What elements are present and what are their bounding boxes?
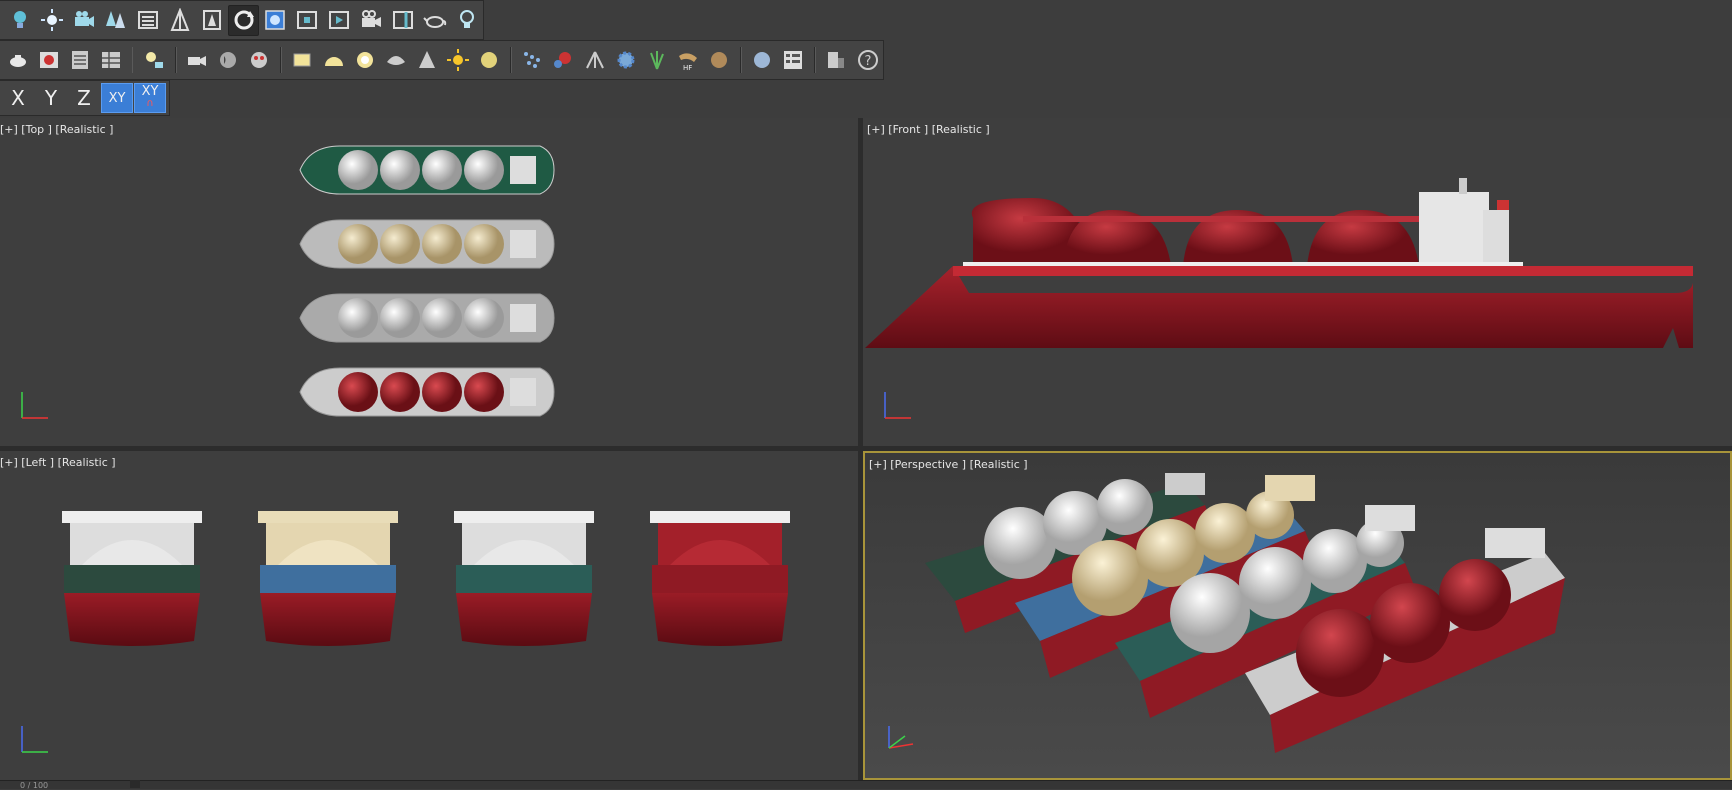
layer-icon[interactable] [260, 5, 291, 36]
help-icon[interactable]: ? [852, 45, 882, 76]
sound-icon[interactable] [213, 45, 243, 76]
main-toolbar [0, 0, 484, 40]
ship-top-white [299, 293, 555, 343]
ship-left-green [62, 511, 202, 646]
light-spot-icon[interactable] [139, 45, 169, 76]
tripod-icon[interactable] [580, 45, 610, 76]
separator [739, 47, 742, 73]
axis-constraints-toolbar: X Y Z XY XY ∩ [0, 80, 170, 116]
axis-gizmo [884, 392, 911, 419]
axis-z-button[interactable]: Z [68, 83, 100, 113]
camera-group-icon[interactable] [68, 5, 99, 36]
box-icon[interactable] [287, 45, 317, 76]
top-view-ships [299, 145, 555, 417]
viewport-top[interactable]: [+] [Top ] [Realistic ] [0, 118, 858, 446]
timeline-slider[interactable] [130, 780, 140, 788]
axis-xy-lock-label: XY [141, 84, 159, 99]
checklist-icon[interactable] [778, 45, 808, 76]
render-image-icon[interactable] [34, 45, 64, 76]
viewport-front[interactable]: [+] [Front ] [Realistic ] [863, 118, 1732, 446]
axis-gizmo [21, 392, 48, 419]
teapot-icon[interactable] [420, 5, 451, 36]
sphere-icon[interactable] [747, 45, 777, 76]
panel-icon[interactable] [388, 5, 419, 36]
rotate-icon[interactable] [228, 4, 259, 36]
frame-icon[interactable] [292, 5, 323, 36]
viewport-perspective[interactable]: [+] [Perspective ] [Realistic ] [863, 451, 1732, 780]
magnet-icon: ∩ [146, 98, 154, 109]
table-icon[interactable] [65, 45, 95, 76]
axis-x-button[interactable]: X [2, 83, 34, 113]
grass-icon[interactable] [642, 45, 672, 76]
ship-left-red [650, 511, 790, 646]
fur-icon[interactable] [704, 45, 734, 76]
perspective-view-ships [925, 473, 1565, 753]
disc-icon[interactable] [474, 45, 504, 76]
render-frame-icon[interactable] [324, 5, 355, 36]
bulb-icon[interactable] [5, 5, 36, 36]
secondary-toolbar: HF ? [0, 40, 884, 80]
shell-icon[interactable] [381, 45, 411, 76]
frame-counter: 0 / 100 [20, 781, 49, 790]
axis-y-button[interactable]: Y [35, 83, 67, 113]
separator [279, 47, 282, 73]
axis-gizmo [888, 726, 914, 749]
sun-icon[interactable] [36, 5, 67, 36]
sphere-ring-icon[interactable] [350, 45, 380, 76]
hair-icon[interactable]: HF [673, 45, 703, 76]
separator [174, 47, 177, 73]
particles-icon[interactable] [517, 45, 547, 76]
separator [131, 47, 134, 73]
svg-text:?: ? [864, 54, 871, 69]
axis-xy-button[interactable]: XY [101, 83, 133, 113]
separator [813, 47, 816, 73]
figure-icon[interactable] [196, 5, 227, 36]
front-view-ship [865, 178, 1693, 348]
grid-table-icon[interactable] [96, 45, 126, 76]
trees-icon[interactable] [100, 5, 131, 36]
lightbulb-outline-icon[interactable] [452, 5, 483, 36]
ship-left-teal [454, 511, 594, 646]
viewport-left[interactable]: [+] [Left ] [Realistic ] [0, 451, 858, 780]
dome-icon[interactable] [319, 45, 349, 76]
svg-text:HF: HF [683, 64, 692, 72]
axis-gizmo [21, 726, 48, 753]
separator [509, 47, 512, 73]
ship-top-red [299, 367, 555, 417]
ship-left-blue [258, 511, 398, 646]
video-camera-icon[interactable] [182, 45, 212, 76]
teapot-icon[interactable] [3, 45, 33, 76]
ship-top-cream [299, 219, 555, 269]
film-camera-icon[interactable] [356, 5, 387, 36]
rule-icon[interactable] [164, 5, 195, 36]
list-icon[interactable] [132, 5, 163, 36]
left-view-ships [62, 511, 790, 646]
gear-icon[interactable] [611, 45, 641, 76]
cone-icon[interactable] [412, 45, 442, 76]
sun-icon[interactable] [443, 45, 473, 76]
spheres-icon[interactable] [548, 45, 578, 76]
axis-xy-lock-button[interactable]: XY ∩ [134, 83, 166, 113]
ship-top-green [299, 145, 555, 195]
mask-icon[interactable] [244, 45, 274, 76]
chart-page-icon[interactable] [821, 45, 851, 76]
